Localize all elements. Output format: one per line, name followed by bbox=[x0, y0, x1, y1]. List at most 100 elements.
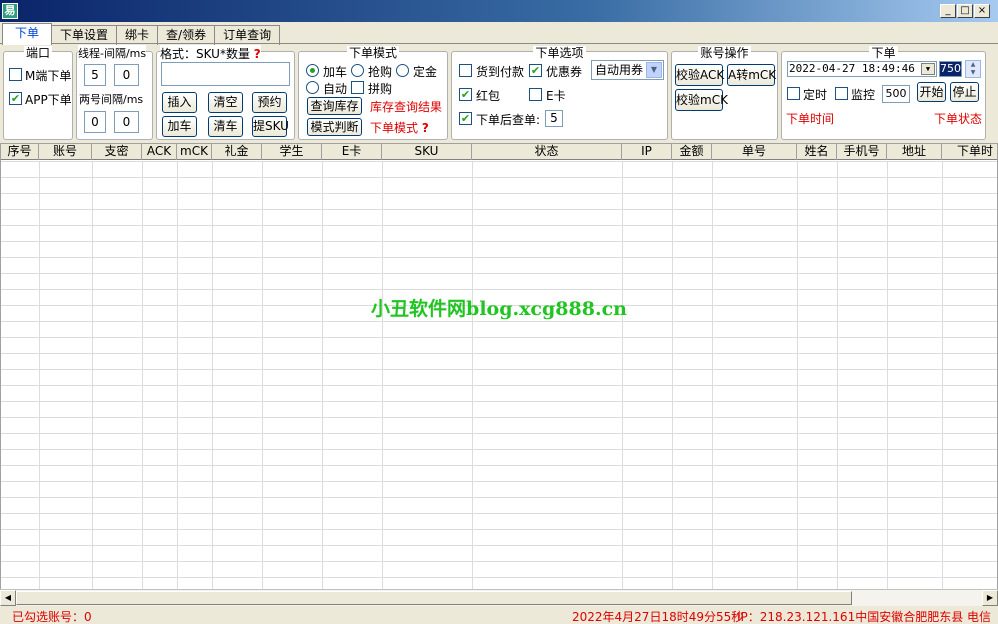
tab-strip: 下单 下单设置 绑卡 查/领券 订单查询 bbox=[2, 23, 281, 45]
accounts-table[interactable]: 序号 账号 支密 ACK mCK 礼金 学生 E卡 SKU 状态 IP 金额 单… bbox=[0, 143, 998, 590]
app-icon: 易 bbox=[2, 3, 18, 19]
col-gift[interactable]: 礼金 bbox=[212, 144, 262, 160]
timed-label: 定时 bbox=[803, 88, 828, 102]
redpack-label: 红包 bbox=[476, 89, 501, 103]
order-mode-status: 下单模式 ? bbox=[370, 119, 429, 136]
sku-input[interactable] bbox=[161, 62, 290, 86]
col-address[interactable]: 地址 bbox=[887, 144, 942, 160]
clear-cart-button[interactable]: 清车 bbox=[208, 116, 243, 137]
account-ops-title: 账号操作 bbox=[698, 46, 751, 60]
col-account[interactable]: 账号 bbox=[39, 144, 92, 160]
stock-result-label: 库存查询结果 bbox=[370, 100, 443, 114]
app-order-label: APP下单 bbox=[25, 93, 72, 107]
spinner-icon[interactable]: ▲ ▼ bbox=[965, 60, 981, 78]
order-mode-title: 下单模式 bbox=[346, 46, 399, 60]
two-interval-a-input[interactable]: 0 bbox=[84, 111, 106, 133]
reserve-button[interactable]: 预约 bbox=[252, 92, 287, 113]
col-amount[interactable]: 金额 bbox=[672, 144, 712, 160]
coupon-checkbox[interactable]: ✔ bbox=[529, 64, 542, 77]
mode-auto-radio[interactable] bbox=[306, 81, 319, 94]
monitor-input[interactable]: 500 bbox=[882, 85, 910, 103]
col-ip[interactable]: IP bbox=[622, 144, 672, 160]
close-button[interactable]: × bbox=[974, 4, 990, 18]
check-after-input[interactable]: 5 bbox=[545, 110, 563, 127]
monitor-label: 监控 bbox=[851, 88, 876, 102]
m-order-checkbox[interactable] bbox=[9, 68, 22, 81]
tab-order-query[interactable]: 订单查询 bbox=[214, 25, 281, 45]
scroll-right-icon[interactable]: ▶ bbox=[982, 590, 998, 606]
col-phone[interactable]: 手机号 bbox=[837, 144, 887, 160]
start-button[interactable]: 开始 bbox=[917, 82, 946, 102]
datetime-value: 2022-04-27 18:49:46 bbox=[789, 62, 915, 75]
selected-count: 已勾选账号：0 bbox=[12, 610, 92, 624]
order-mode-group: 下单模式 加车 抢购 定金 自动 拼购 查询库存 库存查询结果 模式判断 下单模… bbox=[298, 46, 448, 140]
tab-bind-card[interactable]: 绑卡 bbox=[116, 25, 159, 45]
chevron-down-icon[interactable]: ▼ bbox=[646, 62, 662, 78]
threads-input[interactable]: 5 bbox=[84, 64, 106, 86]
cod-checkbox[interactable] bbox=[459, 64, 472, 77]
app-order-checkbox[interactable]: ✔ bbox=[9, 92, 22, 105]
mode-deposit-radio[interactable] bbox=[396, 64, 409, 77]
order-state-label: 下单状态 bbox=[934, 112, 983, 126]
col-index[interactable]: 序号 bbox=[1, 144, 39, 160]
dropdown-arrow-icon[interactable]: ▼ bbox=[921, 63, 935, 75]
coupon-select-value: 自动用券 bbox=[595, 63, 644, 77]
table-body[interactable] bbox=[1, 161, 997, 589]
tab-coupon[interactable]: 查/领券 bbox=[157, 25, 216, 45]
redpack-checkbox[interactable]: ✔ bbox=[459, 88, 472, 101]
col-pay-pwd[interactable]: 支密 bbox=[92, 144, 142, 160]
col-status[interactable]: 状态 bbox=[472, 144, 622, 160]
add-cart-button[interactable]: 加车 bbox=[162, 116, 197, 137]
order-time-label: 下单时间 bbox=[786, 112, 835, 126]
datetime-picker[interactable]: 2022-04-27 18:49:46 ▼ bbox=[787, 61, 937, 77]
help-icon[interactable]: ? bbox=[254, 47, 261, 61]
title-bar: 易 _ □ × bbox=[0, 0, 998, 22]
col-student[interactable]: 学生 bbox=[262, 144, 322, 160]
monitor-checkbox[interactable] bbox=[835, 87, 848, 100]
mode-rush-radio[interactable] bbox=[351, 64, 364, 77]
extract-sku-button[interactable]: 提SKU bbox=[252, 116, 289, 137]
minimize-button[interactable]: _ bbox=[940, 4, 956, 18]
col-name[interactable]: 姓名 bbox=[797, 144, 837, 160]
col-mck[interactable]: mCK bbox=[177, 144, 212, 160]
order-options-group: 下单选项 货到付款 ✔ 优惠券 自动用券 ▼ ✔ 红包 E卡 ✔ 下单后查单: … bbox=[451, 46, 668, 140]
a-to-mck-button[interactable]: A转mCK bbox=[727, 64, 776, 86]
account-ops-group: 账号操作 校验ACK A转mCK 校验mCK bbox=[671, 46, 778, 140]
verify-ack-button[interactable]: 校验ACK bbox=[675, 64, 724, 86]
clear-button[interactable]: 清空 bbox=[208, 92, 243, 113]
mode-judge-button[interactable]: 模式判断 bbox=[307, 118, 362, 136]
insert-button[interactable]: 插入 bbox=[162, 92, 197, 113]
ms-input[interactable]: 750 bbox=[939, 61, 962, 77]
col-ack[interactable]: ACK bbox=[142, 144, 177, 160]
horizontal-scrollbar[interactable]: ◀ ▶ bbox=[0, 589, 998, 606]
scroll-left-icon[interactable]: ◀ bbox=[0, 590, 16, 606]
coupon-label: 优惠券 bbox=[546, 65, 583, 79]
coupon-select[interactable]: 自动用券 ▼ bbox=[591, 60, 664, 80]
scroll-thumb[interactable] bbox=[16, 591, 852, 605]
port-group: 端口 M端下单 ✔ APP下单 bbox=[3, 46, 73, 140]
two-interval-b-input[interactable]: 0 bbox=[114, 111, 139, 133]
interval-input[interactable]: 0 bbox=[114, 64, 139, 86]
check-stock-button[interactable]: 查询库存 bbox=[307, 97, 362, 115]
check-after-label: 下单后查单: bbox=[476, 113, 541, 127]
col-ecard[interactable]: E卡 bbox=[322, 144, 382, 160]
tab-order[interactable]: 下单 bbox=[2, 23, 53, 45]
cod-label: 货到付款 bbox=[476, 65, 525, 79]
group-buy-checkbox[interactable] bbox=[351, 81, 364, 94]
timed-checkbox[interactable] bbox=[787, 87, 800, 100]
status-ip: IP：218.23.121.161中国安徽合肥肥东县 电信 bbox=[737, 610, 992, 624]
mode-add-radio[interactable] bbox=[306, 64, 319, 77]
mode-help-icon[interactable]: ? bbox=[422, 121, 429, 135]
check-after-checkbox[interactable]: ✔ bbox=[459, 112, 472, 125]
col-sku[interactable]: SKU bbox=[382, 144, 472, 160]
sku-group: 格式：SKU*数量 ? 插入 清空 预约 加车 清车 提SKU bbox=[156, 45, 295, 140]
stop-button[interactable]: 停止 bbox=[950, 82, 979, 102]
col-order-time[interactable]: 下单时 bbox=[942, 144, 997, 160]
sku-format-label: 格式：SKU*数量 bbox=[160, 47, 250, 61]
maximize-button[interactable]: □ bbox=[957, 4, 973, 18]
col-order-no[interactable]: 单号 bbox=[712, 144, 797, 160]
ecard-checkbox[interactable] bbox=[529, 88, 542, 101]
table-header: 序号 账号 支密 ACK mCK 礼金 学生 E卡 SKU 状态 IP 金额 单… bbox=[1, 144, 997, 160]
tab-order-settings[interactable]: 下单设置 bbox=[51, 25, 118, 45]
verify-mck-button[interactable]: 校验mCK bbox=[675, 89, 728, 111]
